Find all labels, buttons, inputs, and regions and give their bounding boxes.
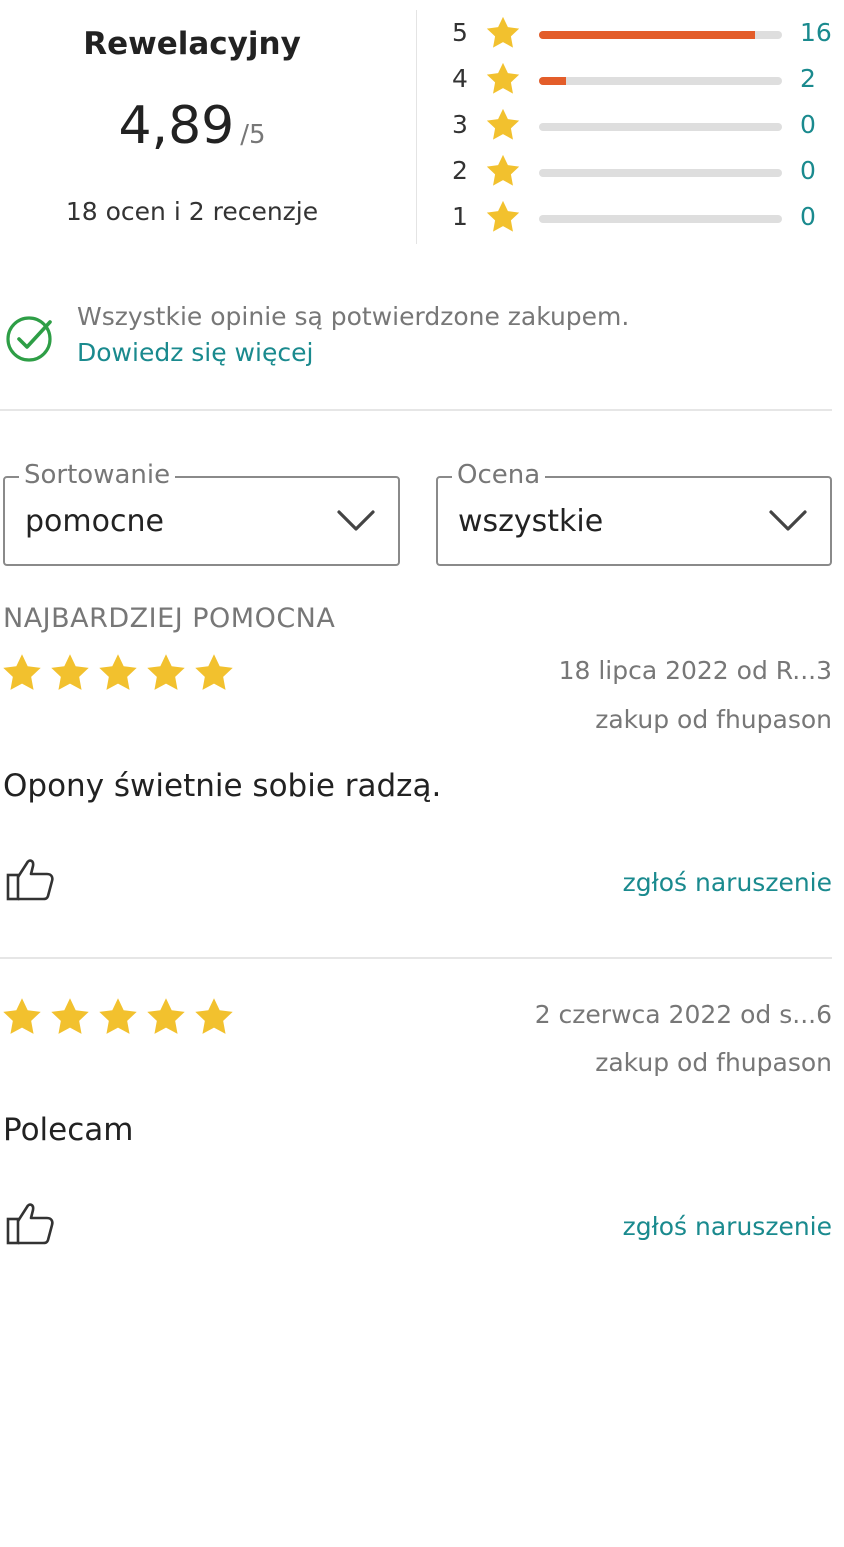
distribution-count: 16 [800,18,832,47]
star-icon [486,200,520,232]
star-icon [486,62,520,94]
distribution-row[interactable]: 4 2 [440,58,844,104]
review-rating [0,995,250,1039]
ratings-count: 18 ocen i 2 recenzje [65,197,319,226]
verified-text: Wszystkie opinie są potwierdzone zakupem… [77,302,630,331]
distribution-row[interactable]: 2 0 [440,150,844,196]
rating-summary: Rewelacyjny 4,89/5 18 ocen i 2 recenzje … [0,0,844,250]
distribution-stars: 1 [452,202,468,231]
star-icon [99,654,137,690]
distribution-count: 0 [800,110,816,139]
star-icon [3,998,41,1034]
review-purchase-source: zakup od fhupason [595,705,832,734]
star-icon [147,654,185,690]
review-rating [0,651,250,695]
star-icon [486,108,520,140]
distribution-stars: 5 [452,18,468,47]
sort-select[interactable]: Sortowanie pomocne [3,460,400,566]
distribution-bar [539,31,782,39]
verified-purchases-note: Wszystkie opinie są potwierdzone zakupem… [0,300,844,380]
rating-filter-value: wszystkie [458,504,604,539]
sort-label: Sortowanie [19,460,176,490]
rating-filter-select[interactable]: Ocena wszystkie [436,460,832,566]
distribution-row[interactable]: 5 16 [440,12,844,58]
distribution-stars: 2 [452,156,468,185]
thumbs-up-icon[interactable] [5,855,57,903]
score-max: /5 [240,120,266,150]
star-icon [195,998,233,1034]
distribution-bar-fill [539,77,566,85]
report-violation-link[interactable]: zgłoś naruszenie [623,868,832,897]
distribution-count: 0 [800,156,816,185]
average-score-value: 4,89 [118,96,235,156]
review-date-author: 2 czerwca 2022 od s...6 [534,1000,832,1029]
average-score: 4,89/5 [0,100,384,152]
report-violation-link[interactable]: zgłoś naruszenie [623,1212,832,1241]
star-icon [195,654,233,690]
review-date-author: 18 lipca 2022 od R...3 [558,656,832,685]
review-purchase-source: zakup od fhupason [595,1048,832,1077]
distribution-bar [539,215,782,223]
divider [0,957,832,959]
star-icon [486,154,520,186]
rating-overview: Rewelacyjny 4,89/5 18 ocen i 2 recenzje [0,0,384,250]
star-icon [3,654,41,690]
rating-filter-label: Ocena [452,460,546,490]
distribution-count: 2 [800,64,816,93]
chevron-down-icon [769,510,807,531]
rating-verdict: Rewelacyjny [83,26,301,62]
learn-more-link[interactable]: Dowiedz się więcej [77,338,313,367]
divider [0,409,832,411]
review-text: Polecam [3,1112,134,1148]
star-icon [51,654,89,690]
distribution-bar [539,169,782,177]
star-icon [51,998,89,1034]
star-icon [486,16,520,48]
review-text: Opony świetnie sobie radzą. [3,768,442,804]
check-circle-icon [6,316,52,362]
distribution-bar [539,123,782,131]
chevron-down-icon [337,510,375,531]
most-helpful-label: NAJBARDZIEJ POMOCNA [3,603,336,634]
thumbs-up-icon[interactable] [5,1199,57,1247]
distribution-count: 0 [800,202,816,231]
star-icon [99,998,137,1034]
distribution-stars: 3 [452,110,468,139]
distribution-bar-fill [539,31,756,39]
rating-distribution: 5 16 4 2 3 0 2 0 1 0 [440,12,844,242]
distribution-row[interactable]: 1 0 [440,196,844,242]
star-icon [147,998,185,1034]
distribution-stars: 4 [452,64,468,93]
summary-divider [416,10,417,244]
distribution-row[interactable]: 3 0 [440,104,844,150]
distribution-bar [539,77,782,85]
sort-value: pomocne [25,504,164,539]
